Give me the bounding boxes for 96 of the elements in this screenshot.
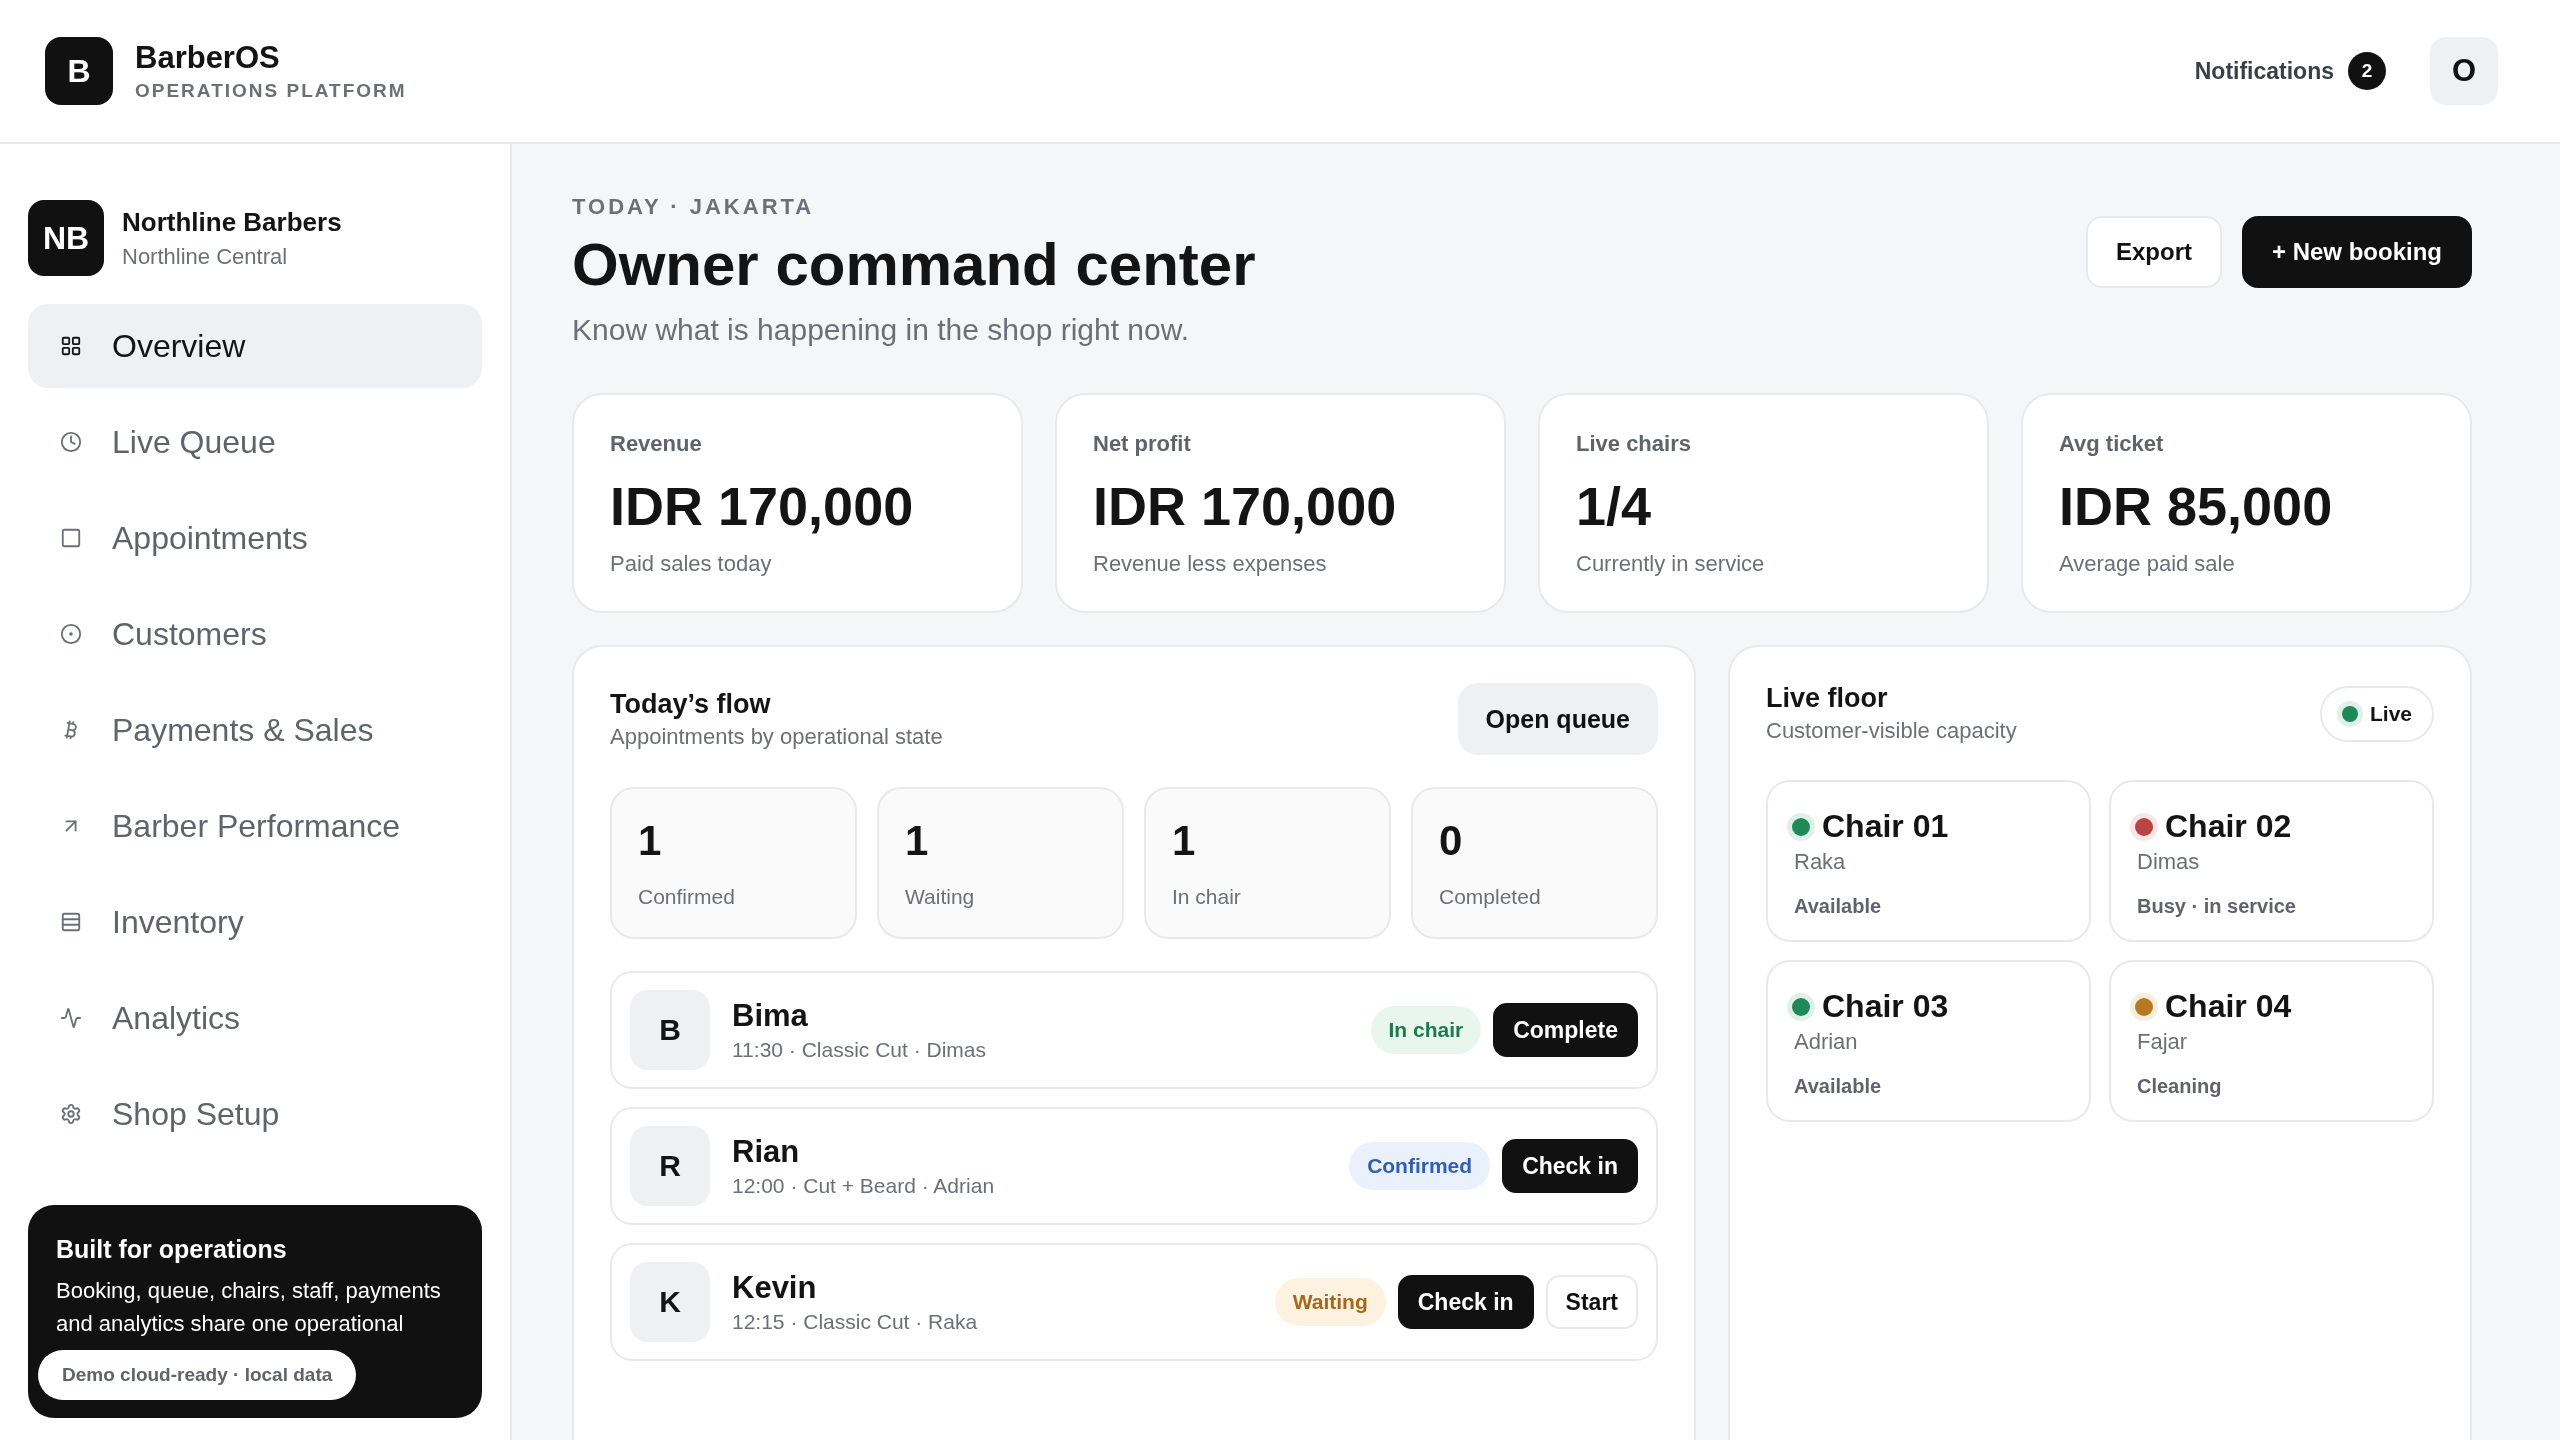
notification-count: 2 xyxy=(2348,52,2386,90)
chair-status: Available xyxy=(1793,895,1883,918)
count-value: 1 xyxy=(638,817,663,865)
appointment-details: 11:30 · Classic Cut · Dimas xyxy=(732,1038,987,1062)
action-button[interactable]: Start xyxy=(1545,1275,1638,1329)
clock-icon xyxy=(60,431,82,453)
nav-item[interactable]: Analytics xyxy=(28,976,482,1060)
panel-title: Live floor xyxy=(1766,683,1889,714)
customer-avatar: B xyxy=(630,990,710,1070)
count-label: Confirmed xyxy=(638,885,736,909)
stat-note: Revenue less expenses xyxy=(1093,551,1328,577)
panel-subtitle: Appointments by operational state xyxy=(610,723,943,750)
appointment-details: 12:00 · Cut + Beard · Adrian xyxy=(732,1174,996,1198)
barber-name: Fajar xyxy=(2136,1029,2189,1055)
nav-item[interactable]: Payments & Sales xyxy=(28,688,482,772)
page-eyebrow: TODAY · JAKARTA xyxy=(572,194,816,220)
customer-avatar: K xyxy=(630,1262,710,1342)
export-button[interactable]: Export xyxy=(2085,216,2222,288)
nav-item[interactable]: Live Queue xyxy=(28,400,482,484)
user-avatar[interactable]: O xyxy=(2430,37,2498,105)
nav-label: Inventory xyxy=(112,903,244,941)
brand-logo: B xyxy=(45,37,113,105)
brand-name: BarberOS xyxy=(135,40,281,76)
pulse-icon xyxy=(60,1007,82,1029)
stat-label: Avg ticket xyxy=(2059,431,2165,457)
count-label: Completed xyxy=(1439,885,1542,909)
nav-item[interactable]: Overview xyxy=(28,304,482,388)
nav-label: Shop Setup xyxy=(112,1095,280,1133)
action-button[interactable]: Complete xyxy=(1493,1003,1638,1057)
nav-item[interactable]: Barber Performance xyxy=(28,784,482,868)
stat-value: IDR 170,000 xyxy=(610,475,915,537)
demo-pill: Demo cloud-ready · local data xyxy=(38,1350,357,1400)
stat-note: Paid sales today xyxy=(610,551,773,577)
promo-text: Booking, queue, chairs, staff, payments and analytics share one operational xyxy=(56,1277,442,1338)
barber-name: Adrian xyxy=(1793,1029,1859,1055)
nav-label: Customers xyxy=(112,615,267,653)
customer-name: Bima xyxy=(732,998,809,1034)
barber-name: Dimas xyxy=(2136,849,2201,875)
nav-label: Live Queue xyxy=(112,423,276,461)
stat-value: IDR 170,000 xyxy=(1093,475,1398,537)
list-icon xyxy=(60,911,82,933)
status-badge: In chair xyxy=(1370,1006,1482,1054)
square-icon xyxy=(60,527,82,549)
grid-icon xyxy=(60,335,82,357)
nav-item[interactable]: Customers xyxy=(28,592,482,676)
open-queue-button[interactable]: Open queue xyxy=(1457,683,1658,755)
count-label: Waiting xyxy=(905,885,976,909)
count-value: 1 xyxy=(905,817,930,865)
shop-branch: Northline Central xyxy=(122,243,289,270)
nav-item[interactable]: Shop Setup xyxy=(28,1072,482,1156)
chair-status: Cleaning xyxy=(2136,1075,2223,1098)
page-subtitle: Know what is happening in the shop right now. xyxy=(572,313,1191,347)
count-label: In chair xyxy=(1172,885,1242,909)
chair-name: Chair 02 xyxy=(2165,808,2292,845)
panel-subtitle: Customer-visible capacity xyxy=(1766,718,2017,744)
live-label: Live xyxy=(2369,701,2412,726)
customer-avatar: R xyxy=(630,1126,710,1206)
count-value: 1 xyxy=(1172,817,1197,865)
nav-label: Barber Performance xyxy=(112,807,401,845)
target-icon xyxy=(60,623,82,645)
notifications-link[interactable]: Notifications xyxy=(2194,57,2334,85)
panel-title: Today’s flow xyxy=(610,688,772,720)
stat-label: Revenue xyxy=(610,431,703,457)
shop-name: Northline Barbers xyxy=(122,206,342,238)
nav-label: Overview xyxy=(112,327,246,365)
stat-value: IDR 85,000 xyxy=(2059,475,2334,537)
customer-name: Kevin xyxy=(732,1270,818,1306)
page-title: Owner command center xyxy=(572,230,1256,299)
action-button[interactable]: Check in xyxy=(1502,1139,1638,1193)
appointment-details: 12:15 · Classic Cut · Raka xyxy=(732,1310,979,1334)
stat-note: Currently in service xyxy=(1576,551,1766,577)
settings-icon xyxy=(60,1103,82,1125)
nav-item[interactable]: Inventory xyxy=(28,880,482,964)
status-badge: Waiting xyxy=(1274,1278,1386,1326)
chair-name: Chair 03 xyxy=(1822,988,1949,1025)
customer-name: Rian xyxy=(732,1134,801,1170)
stat-label: Live chairs xyxy=(1576,431,1692,457)
stat-label: Net profit xyxy=(1093,431,1192,457)
brand-tagline: OPERATIONS PLATFORM xyxy=(135,80,407,102)
shop-avatar: NB xyxy=(28,200,104,276)
chair-status: Busy · in service xyxy=(2136,895,2297,918)
count-value: 0 xyxy=(1439,817,1464,865)
chair-name: Chair 01 xyxy=(1822,808,1949,845)
chair-name: Chair 04 xyxy=(2165,988,2292,1025)
action-button[interactable]: Check in xyxy=(1397,1275,1534,1329)
stat-note: Average paid sale xyxy=(2059,551,2236,577)
nav-label: Appointments xyxy=(112,519,308,557)
new-booking-button[interactable]: + New booking xyxy=(2242,216,2472,288)
nav-label: Payments & Sales xyxy=(112,711,374,749)
stat-value: 1/4 xyxy=(1576,475,1653,537)
promo-title: Built for operations xyxy=(56,1235,288,1264)
chair-status: Available xyxy=(1793,1075,1883,1098)
status-badge: Confirmed xyxy=(1349,1142,1491,1190)
barber-name: Raka xyxy=(1793,849,1847,875)
nav-item[interactable]: Appointments xyxy=(28,496,482,580)
nav-label: Analytics xyxy=(112,999,241,1037)
